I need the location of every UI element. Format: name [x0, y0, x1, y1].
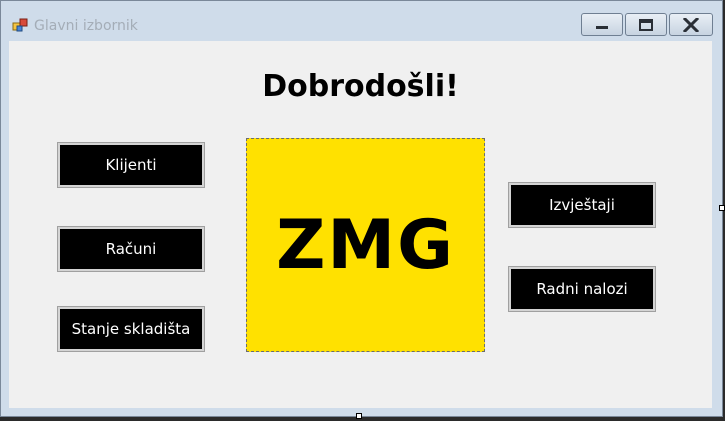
zmg-logo-panel: ZMG — [246, 138, 485, 352]
minimize-icon — [596, 25, 608, 29]
close-button[interactable] — [669, 13, 713, 36]
main-window: Glavni izbornik Dobrodošli! Klijenti Rač… — [0, 0, 723, 417]
form-client-area: Dobrodošli! Klijenti Računi Stanje sklad… — [9, 41, 712, 408]
minimize-button[interactable] — [581, 13, 623, 36]
maximize-button[interactable] — [625, 13, 667, 36]
racuni-button[interactable]: Računi — [57, 226, 205, 272]
window-title: Glavni izbornik — [34, 18, 138, 34]
title-bar[interactable]: Glavni izbornik — [1, 1, 722, 41]
stanje-skladista-button[interactable]: Stanje skladišta — [57, 306, 205, 352]
welcome-heading: Dobrodošli! — [262, 69, 459, 104]
klijenti-button[interactable]: Klijenti — [57, 142, 205, 188]
close-icon — [683, 17, 699, 32]
radni-nalozi-button[interactable]: Radni nalozi — [508, 266, 656, 312]
resize-handle-bottom[interactable] — [356, 413, 362, 419]
resize-handle-right[interactable] — [719, 205, 725, 211]
maximize-icon — [639, 18, 653, 31]
logo-text: ZMG — [276, 205, 455, 285]
app-icon — [12, 17, 28, 33]
izvjestaji-button[interactable]: Izvještaji — [508, 182, 656, 228]
